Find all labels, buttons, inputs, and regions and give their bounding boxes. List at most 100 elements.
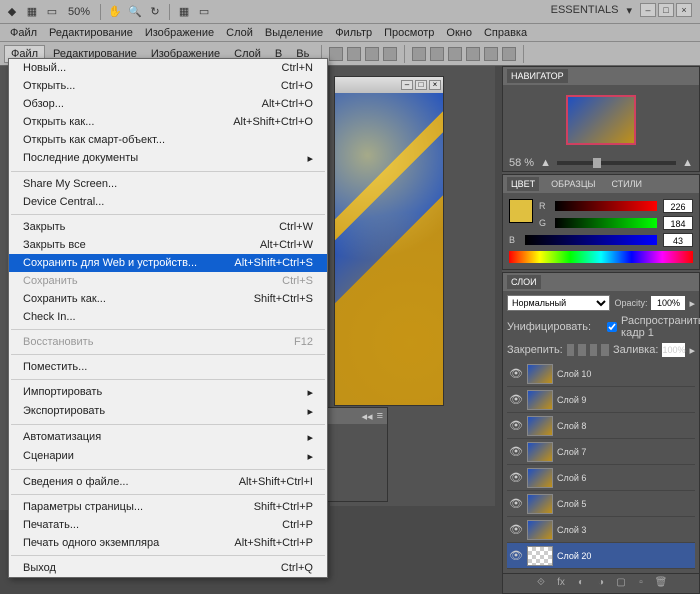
propagate-checkbox[interactable] [607,322,617,332]
menu-item[interactable]: Открыть как смарт-объект... [9,131,327,149]
menu-item[interactable]: Share My Screen... [9,175,327,193]
visibility-icon[interactable]: 👁 [509,445,523,459]
tab-styles[interactable]: СТИЛИ [607,177,646,191]
menu-item[interactable]: Новый...Ctrl+N [9,59,327,77]
layer-row[interactable]: 👁Слой 3 [507,517,695,543]
micro-icon[interactable] [329,47,343,61]
layer-row[interactable]: 👁Слой 7 [507,439,695,465]
zoom-in-icon[interactable]: ▲ [682,157,693,169]
zoom-out-icon[interactable]: ▲ [540,157,551,169]
lock-transparency-icon[interactable] [567,344,575,356]
g-value[interactable]: 184 [663,216,693,230]
doc-maximize-button[interactable]: □ [415,80,427,90]
folder-icon[interactable]: ▢ [614,577,628,591]
zoom-level[interactable]: 50% [64,6,94,18]
menu-фильтр[interactable]: Фильтр [329,25,378,41]
menu-item[interactable]: Поместить... [9,358,327,376]
visibility-icon[interactable]: 👁 [509,367,523,381]
menu-файл[interactable]: Файл [4,25,43,41]
doc-minimize-button[interactable]: – [401,80,413,90]
visibility-icon[interactable]: 👁 [509,471,523,485]
b-value[interactable]: 43 [663,233,693,247]
tab-navigator[interactable]: НАВИГАТОР [507,69,568,83]
g-slider[interactable] [555,218,657,228]
menu-item[interactable]: ЗакрытьCtrl+W [9,218,327,236]
lock-position-icon[interactable] [590,344,598,356]
menu-просмотр[interactable]: Просмотр [378,25,440,41]
tab-color[interactable]: ЦВЕТ [507,177,539,191]
layer-thumbnail[interactable] [527,546,553,566]
adjustment-icon[interactable]: ◑ [594,577,608,591]
b-slider[interactable] [525,235,657,245]
fill-value[interactable]: 100% [662,343,685,357]
r-value[interactable]: 226 [663,199,693,213]
maximize-button[interactable]: □ [658,3,674,17]
menu-item[interactable]: Сценарии▸ [9,447,327,466]
visibility-icon[interactable]: 👁 [509,419,523,433]
menu-item[interactable]: Check In... [9,308,327,326]
menu-item[interactable]: Автоматизация▸ [9,428,327,447]
menu-item[interactable]: Закрыть всеAlt+Ctrl+W [9,236,327,254]
menu-item[interactable]: Сохранить как...Shift+Ctrl+S [9,290,327,308]
chevron-right-icon[interactable]: ▸ [689,344,695,357]
foreground-swatch[interactable] [509,199,533,223]
layer-row[interactable]: 👁Слой 9 [507,387,695,413]
menu-слой[interactable]: Слой [220,25,259,41]
layer-thumbnail[interactable] [527,390,553,410]
layer-row[interactable]: 👁Слой 20 [507,543,695,569]
menu-изображение[interactable]: Изображение [139,25,220,41]
menu-item[interactable]: ВыходCtrl+Q [9,559,327,577]
r-slider[interactable] [555,201,657,211]
lock-pixels-icon[interactable] [578,344,586,356]
menu-item[interactable]: Открыть как...Alt+Shift+Ctrl+O [9,113,327,131]
layer-thumbnail[interactable] [527,442,553,462]
lock-all-icon[interactable] [601,344,609,356]
fx-icon[interactable]: fx [554,577,568,591]
layer-row[interactable]: 👁Слой 10 [507,361,695,387]
zoom-slider[interactable] [557,161,676,165]
layer-thumbnail[interactable] [527,494,553,514]
menu-справка[interactable]: Справка [478,25,533,41]
menu-редактирование[interactable]: Редактирование [43,25,139,41]
chevron-right-icon[interactable]: ▸ [689,297,695,310]
chevron-down-icon[interactable]: ▾ [626,4,632,17]
tab-layers[interactable]: СЛОИ [507,275,541,289]
layer-row[interactable]: 👁Слой 6 [507,465,695,491]
menu-item[interactable]: Сохранить для Web и устройств...Alt+Shif… [9,254,327,272]
layer-thumbnail[interactable] [527,364,553,384]
minimize-button[interactable]: – [640,3,656,17]
rotate-icon[interactable]: ↻ [147,4,163,20]
trash-icon[interactable]: 🗑 [654,577,668,591]
opacity-value[interactable]: 100% [651,296,685,310]
spectrum-bar[interactable] [509,251,693,263]
layer-row[interactable]: 👁Слой 8 [507,413,695,439]
screen-mode-icon[interactable]: ▭ [44,4,60,20]
menu-item[interactable]: Последние документы▸ [9,149,327,168]
menu-окно[interactable]: Окно [440,25,478,41]
menu-item[interactable]: Обзор...Alt+Ctrl+O [9,95,327,113]
menu-item[interactable]: Печатать...Ctrl+P [9,516,327,534]
menu-item[interactable]: Параметры страницы...Shift+Ctrl+P [9,498,327,516]
layer-row[interactable]: 👁Слой 5 [507,491,695,517]
layer-thumbnail[interactable] [527,520,553,540]
close-button[interactable]: × [676,3,692,17]
blend-mode-select[interactable]: Нормальный [507,295,610,311]
visibility-icon[interactable]: 👁 [509,549,523,563]
visibility-icon[interactable]: 👁 [509,393,523,407]
tab-swatches[interactable]: ОБРАЗЦЫ [547,177,599,191]
menu-item[interactable]: Сведения о файле...Alt+Shift+Ctrl+I [9,473,327,491]
link-icon[interactable]: ⟐ [534,577,548,591]
visibility-icon[interactable]: 👁 [509,523,523,537]
panel-close-icon[interactable]: ≡ [377,410,383,422]
workspace-label[interactable]: ESSENTIALS [551,4,619,16]
navigator-thumbnail[interactable] [566,95,636,145]
screen-icon[interactable]: ▭ [196,4,212,20]
menu-item[interactable]: Открыть...Ctrl+O [9,77,327,95]
menu-item[interactable]: Device Central... [9,193,327,211]
visibility-icon[interactable]: 👁 [509,497,523,511]
zoom-icon[interactable]: 🔍 [127,4,143,20]
arrange-icon[interactable]: ▦ [176,4,192,20]
menu-item[interactable]: Печать одного экземпляраAlt+Shift+Ctrl+P [9,534,327,552]
new-layer-icon[interactable]: ▫ [634,577,648,591]
menu-item[interactable]: Экспортировать▸ [9,402,327,421]
